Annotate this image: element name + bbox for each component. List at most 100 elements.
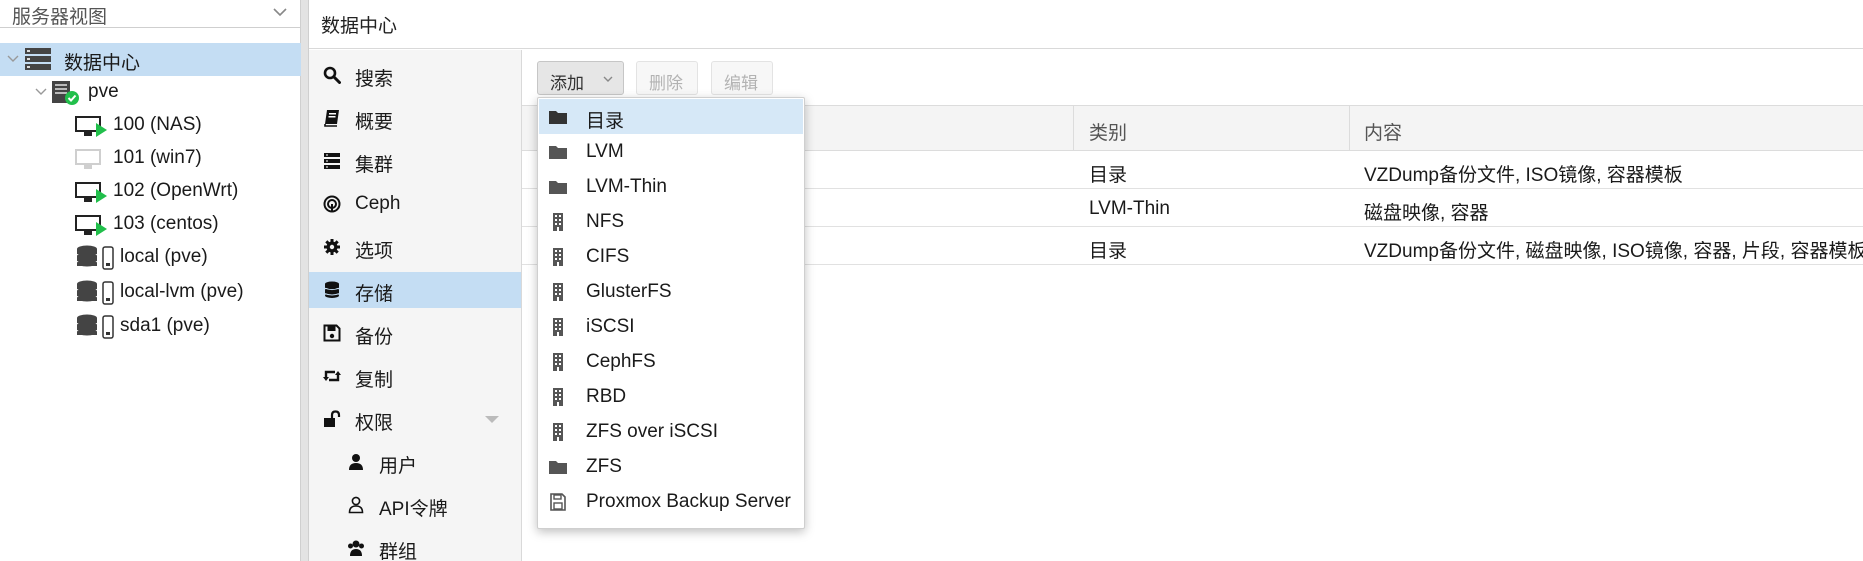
- view-selector-label: 服务器视图: [12, 7, 108, 28]
- menu-item-rbd[interactable]: RBD: [539, 379, 803, 414]
- nav-item-label: 存储: [355, 284, 394, 305]
- nav-item-label: 集群: [355, 155, 394, 176]
- menu-item-directory[interactable]: 目录: [539, 99, 803, 134]
- folder-icon: [549, 181, 567, 194]
- menu-item-zfs[interactable]: ZFS: [539, 449, 803, 484]
- tree-item-label: 103 (centos): [113, 213, 219, 234]
- column-header-type[interactable]: 类别: [1089, 118, 1127, 145]
- menu-item-label: 目录: [586, 111, 625, 132]
- nav-item-replication[interactable]: 复制: [309, 358, 521, 394]
- cell-content: VZDump备份文件, ISO镜像, 容器模板: [1364, 165, 1683, 186]
- column-divider[interactable]: [1073, 106, 1074, 150]
- menu-item-cifs[interactable]: CIFS: [539, 239, 803, 274]
- tree-item-datacenter[interactable]: 数据中心: [0, 43, 301, 76]
- add-button[interactable]: 添加: [537, 61, 624, 95]
- menu-item-nfs[interactable]: NFS: [539, 204, 803, 239]
- tree-item-label: pve: [88, 81, 119, 102]
- tree-item-vm[interactable]: 101 (win7): [0, 142, 301, 175]
- tree-item-node-pve[interactable]: pve: [0, 76, 301, 109]
- users-icon: [348, 540, 364, 556]
- collapse-arrow-icon[interactable]: [485, 416, 499, 423]
- chevron-down-icon: [273, 8, 287, 17]
- nav-item-groups[interactable]: 群组: [309, 530, 521, 561]
- unlock-icon: [324, 410, 341, 427]
- vm-running-icon: [75, 215, 107, 236]
- tree-expander-icon[interactable]: [34, 85, 48, 99]
- view-selector[interactable]: 服务器视图: [0, 0, 301, 28]
- tree-item-vm[interactable]: 100 (NAS): [0, 109, 301, 142]
- tree-item-storage[interactable]: local (pve): [0, 241, 301, 274]
- cell-type: 目录: [1089, 165, 1128, 186]
- folder-icon: [549, 111, 567, 124]
- tree-item-storage[interactable]: local-lvm (pve): [0, 276, 301, 309]
- nav-item-storage[interactable]: 存储: [309, 272, 521, 308]
- tree-item-storage[interactable]: sda1 (pve): [0, 310, 301, 343]
- menu-item-label: CIFS: [586, 246, 630, 267]
- building-icon: [553, 353, 563, 371]
- chevron-down-icon: [603, 76, 613, 82]
- nav-item-label: 复制: [355, 370, 394, 391]
- menu-item-label: LVM: [586, 141, 624, 162]
- nav-item-ceph[interactable]: Ceph: [309, 186, 521, 222]
- floppy-icon: [323, 324, 341, 342]
- menu-item-lvm-thin[interactable]: LVM-Thin: [539, 169, 803, 204]
- resource-tree-panel: 服务器视图 数据中心 pve 100 (NAS) 101 (win7) 102 …: [0, 0, 301, 561]
- nav-item-options[interactable]: 选项: [309, 229, 521, 265]
- tree-item-label: sda1 (pve): [120, 315, 210, 336]
- page-title: 数据中心: [321, 16, 398, 37]
- nav-item-label: 选项: [355, 241, 394, 262]
- vm-running-icon: [75, 116, 107, 137]
- cell-type: 目录: [1089, 241, 1128, 262]
- nav-item-cluster[interactable]: 集群: [309, 143, 521, 179]
- menu-item-cephfs[interactable]: CephFS: [539, 344, 803, 379]
- column-header-content[interactable]: 内容: [1364, 118, 1402, 145]
- edit-button-label: 编辑: [724, 74, 758, 93]
- tree-item-label: local-lvm (pve): [120, 281, 244, 302]
- vm-running-icon: [75, 182, 107, 203]
- nav-item-permissions[interactable]: 权限: [309, 401, 521, 437]
- nav-item-label: 搜索: [355, 69, 394, 90]
- nav-item-summary[interactable]: 概要: [309, 100, 521, 136]
- menu-item-label: LVM-Thin: [586, 176, 667, 197]
- remove-button[interactable]: 删除: [636, 61, 698, 95]
- tree-item-label: 数据中心: [64, 53, 141, 74]
- building-icon: [553, 283, 563, 301]
- nav-item-api-tokens[interactable]: API令牌: [309, 487, 521, 523]
- cell-type: LVM-Thin: [1089, 198, 1170, 219]
- menu-item-glusterfs[interactable]: GlusterFS: [539, 274, 803, 309]
- menu-item-label: CephFS: [586, 351, 656, 372]
- floppy-outline-icon: [550, 493, 566, 511]
- database-icon: [324, 281, 340, 298]
- tree-item-label: local (pve): [120, 246, 208, 267]
- search-icon: [323, 66, 341, 84]
- nav-item-search[interactable]: 搜索: [309, 57, 521, 93]
- storage-icon: [77, 245, 114, 270]
- building-icon: [553, 213, 563, 231]
- tree-item-label: 102 (OpenWrt): [113, 180, 239, 201]
- nav-item-label: 群组: [379, 542, 418, 561]
- tree-item-vm[interactable]: 102 (OpenWrt): [0, 175, 301, 208]
- nav-item-label: 用户: [379, 456, 418, 477]
- nav-item-backup[interactable]: 备份: [309, 315, 521, 351]
- menu-item-lvm[interactable]: LVM: [539, 134, 803, 169]
- column-divider[interactable]: [1349, 106, 1350, 150]
- tree-expander-icon[interactable]: [6, 52, 20, 66]
- add-button-label: 添加: [550, 74, 584, 93]
- edit-button[interactable]: 编辑: [711, 61, 773, 95]
- nav-item-users[interactable]: 用户: [309, 444, 521, 480]
- menu-item-label: ZFS: [586, 456, 622, 477]
- add-storage-menu: 目录 LVM LVM-Thin NFS CIFS GlusterFS iSCSI…: [537, 97, 805, 529]
- menu-item-label: ZFS over iSCSI: [586, 421, 718, 442]
- menu-item-proxmox-backup-server[interactable]: Proxmox Backup Server: [539, 484, 803, 519]
- cell-content: 磁盘映像, 容器: [1364, 203, 1489, 224]
- menu-item-label: RBD: [586, 386, 627, 407]
- remove-button-label: 删除: [649, 74, 683, 93]
- menu-item-label: NFS: [586, 211, 624, 232]
- menu-item-iscsi[interactable]: iSCSI: [539, 309, 803, 344]
- datacenter-icon: [25, 48, 51, 70]
- tree-item-vm[interactable]: 103 (centos): [0, 208, 301, 241]
- user-icon: [349, 454, 363, 470]
- panel-splitter[interactable]: [301, 0, 309, 561]
- storage-icon: [77, 280, 114, 305]
- menu-item-zfs-over-iscsi[interactable]: ZFS over iSCSI: [539, 414, 803, 449]
